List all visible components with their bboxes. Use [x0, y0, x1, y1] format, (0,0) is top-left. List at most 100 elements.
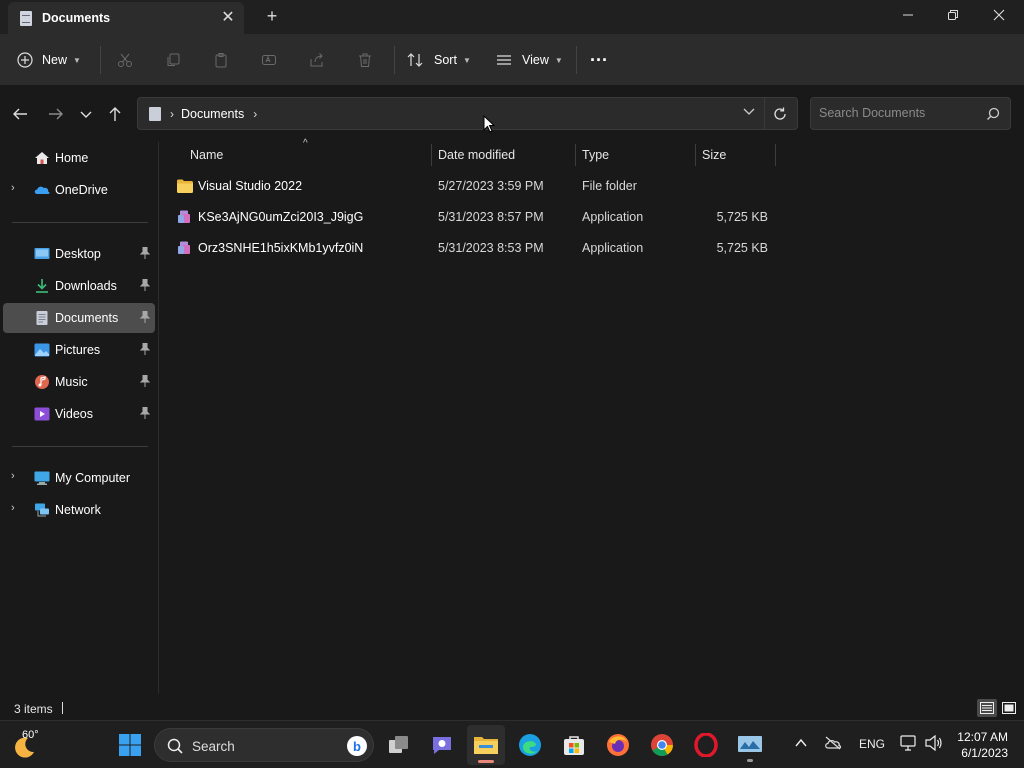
sidebar-item-music[interactable]: Music	[3, 367, 155, 397]
file-date: 5/31/2023 8:57 PM	[438, 210, 544, 224]
chevron-right-icon[interactable]: ›	[11, 182, 15, 194]
sidebar-item-home[interactable]: Home	[3, 143, 155, 173]
onedrive-status-button[interactable]	[824, 736, 842, 753]
chevron-right-icon[interactable]: ›	[170, 107, 174, 121]
sort-button[interactable]: Sort ▼	[406, 46, 471, 74]
teams-chat-button[interactable]	[423, 725, 461, 765]
store-icon	[564, 736, 584, 755]
pin-icon[interactable]	[140, 407, 150, 419]
sidebar-item-downloads[interactable]: Downloads	[3, 271, 155, 301]
sidebar-item-label: Home	[55, 151, 89, 165]
toolbar-divider	[394, 46, 395, 74]
bing-icon[interactable]: b	[347, 736, 367, 756]
close-window-button[interactable]	[976, 0, 1022, 30]
recent-locations-button[interactable]	[74, 102, 98, 126]
sidebar-item-pictures[interactable]: Pictures	[3, 335, 155, 365]
paste-button[interactable]	[206, 46, 236, 74]
arrow-left-icon	[13, 108, 27, 120]
back-button[interactable]	[8, 102, 32, 126]
chevron-right-icon[interactable]: ›	[11, 502, 15, 514]
column-header-size[interactable]: Size	[702, 142, 774, 168]
arrow-right-icon	[49, 108, 63, 120]
search-icon[interactable]	[986, 107, 1000, 124]
restore-button[interactable]	[930, 0, 976, 30]
edge-icon	[519, 734, 541, 756]
column-divider[interactable]	[431, 144, 432, 166]
weather-widget[interactable]: 60°	[10, 729, 50, 761]
chevron-down-icon	[743, 108, 755, 115]
column-header-date-modified[interactable]: Date modified	[438, 142, 574, 168]
column-divider[interactable]	[575, 144, 576, 166]
rename-button[interactable]	[254, 46, 284, 74]
pane-divider[interactable]	[158, 142, 159, 694]
sidebar-item-onedrive[interactable]: › OneDrive	[3, 175, 155, 205]
table-row[interactable]: Visual Studio 2022 5/27/2023 3:59 PM Fil…	[170, 171, 784, 201]
clock[interactable]: 12:07 AM 6/1/2023	[952, 729, 1008, 761]
tab-documents[interactable]: Documents ✕	[8, 2, 244, 34]
sidebar-item-desktop[interactable]: Desktop	[3, 239, 155, 269]
taskbar-search[interactable]: Search b	[154, 728, 374, 762]
close-tab-button[interactable]: ✕	[218, 8, 238, 28]
view-button[interactable]: View ▼	[495, 46, 563, 74]
input-language[interactable]: ENG	[859, 737, 885, 751]
sidebar-item-network[interactable]: › Network	[3, 495, 155, 525]
table-row[interactable]: Orz3SNHE1h5ixKMb1yvfz0iN 5/31/2023 8:53 …	[170, 233, 784, 263]
pin-icon[interactable]	[140, 311, 150, 323]
cut-button[interactable]	[110, 46, 140, 74]
forward-button[interactable]	[44, 102, 68, 126]
new-button[interactable]: New ▼	[16, 46, 81, 74]
search-icon	[167, 738, 183, 754]
opera-button[interactable]	[687, 725, 725, 765]
sidebar-item-documents[interactable]: Documents	[3, 303, 155, 333]
minimize-button[interactable]	[885, 0, 931, 30]
chrome-icon	[651, 734, 673, 756]
column-header-type[interactable]: Type	[582, 142, 694, 168]
pin-icon[interactable]	[140, 247, 150, 259]
breadcrumb-documents[interactable]: Documents	[181, 107, 244, 121]
application-icon	[178, 210, 190, 223]
search-input[interactable]	[819, 106, 979, 120]
pin-icon[interactable]	[140, 375, 150, 387]
sidebar-item-label: Network	[55, 503, 101, 517]
column-divider[interactable]	[695, 144, 696, 166]
start-button[interactable]	[111, 725, 149, 765]
navigation-pane: Home › OneDrive Desktop Downloads Docume…	[0, 142, 158, 694]
copy-button[interactable]	[158, 46, 188, 74]
mouse-cursor-icon	[483, 115, 495, 133]
show-hidden-icons-button[interactable]	[795, 737, 807, 751]
search-box[interactable]	[810, 97, 1011, 130]
sidebar-item-label: Documents	[55, 311, 119, 325]
address-history-button[interactable]	[743, 105, 755, 119]
more-options-button[interactable]: ···	[590, 46, 608, 74]
chrome-button[interactable]	[643, 725, 681, 765]
address-bar[interactable]: › Documents ›	[137, 97, 798, 130]
task-view-button[interactable]	[380, 725, 418, 765]
microsoft-store-button[interactable]	[555, 725, 593, 765]
up-button[interactable]	[103, 102, 127, 126]
volume-button[interactable]	[925, 734, 943, 754]
column-header-name[interactable]: Name	[190, 142, 430, 168]
chevron-right-icon[interactable]: ›	[253, 107, 257, 121]
details-view-button[interactable]	[977, 699, 997, 717]
trash-icon	[350, 46, 380, 74]
share-button[interactable]	[302, 46, 332, 74]
firefox-icon	[607, 734, 629, 756]
documents-icon	[149, 106, 161, 121]
sidebar-item-videos[interactable]: Videos	[3, 399, 155, 429]
column-divider[interactable]	[775, 144, 776, 166]
delete-button[interactable]	[350, 46, 380, 74]
refresh-button[interactable]	[769, 103, 791, 125]
network-status-button[interactable]	[900, 735, 918, 754]
file-explorer-taskbar-button[interactable]	[467, 725, 505, 765]
new-tab-button[interactable]: +	[262, 5, 282, 27]
pin-icon[interactable]	[140, 279, 150, 291]
chevron-right-icon[interactable]: ›	[11, 470, 15, 482]
pin-icon[interactable]	[140, 343, 150, 355]
firefox-button[interactable]	[599, 725, 637, 765]
photos-app-button[interactable]	[731, 725, 769, 765]
table-row[interactable]: KSe3AjNG0umZci20I3_J9igG 5/31/2023 8:57 …	[170, 202, 784, 232]
large-icons-view-button[interactable]	[999, 699, 1019, 717]
file-date: 5/27/2023 3:59 PM	[438, 179, 544, 193]
sidebar-item-my-computer[interactable]: › My Computer	[3, 463, 155, 493]
edge-button[interactable]	[511, 725, 549, 765]
